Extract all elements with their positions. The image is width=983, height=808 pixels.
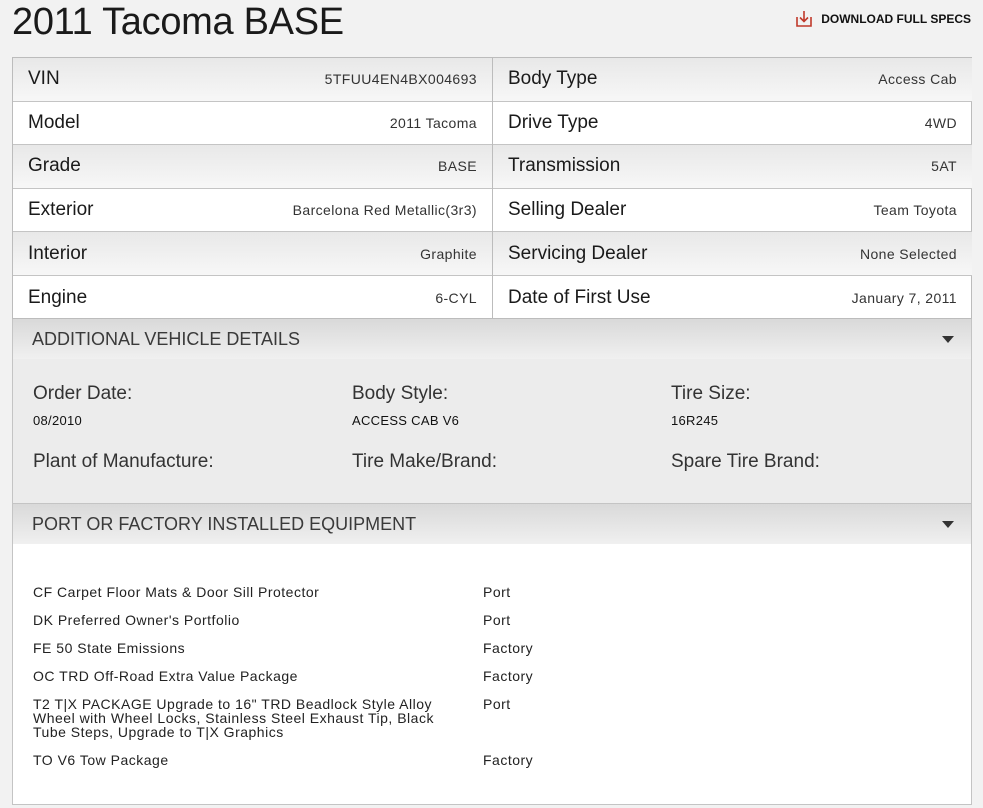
spec-value: BASE xyxy=(438,158,477,175)
spec-row-selling-dealer: Selling Dealer Team Toyota xyxy=(493,189,972,233)
plant-field: Plant of Manufacture: xyxy=(33,451,214,473)
body-style-field: Body Style: ACCESS CAB V6 xyxy=(352,383,459,428)
spec-label: Drive Type xyxy=(508,111,599,133)
spec-value: 2011 Tacoma xyxy=(389,114,477,131)
spec-value: 6-CYL xyxy=(435,289,477,306)
section-divider xyxy=(12,804,972,808)
list-item: CF Carpet Floor Mats & Door Sill Protect… xyxy=(33,585,933,599)
spec-value: Graphite xyxy=(420,245,477,262)
spec-label: VIN xyxy=(28,68,60,90)
spec-label: Exterior xyxy=(28,199,94,221)
equipment-name: TO V6 Tow Package xyxy=(33,752,169,768)
caret-down-icon xyxy=(942,520,954,528)
spec-label: Servicing Dealer xyxy=(508,242,648,264)
spec-label: Transmission xyxy=(508,155,621,177)
spec-value: January 7, 2011 xyxy=(851,289,957,306)
spec-label: Body Type xyxy=(508,68,598,90)
list-item: TO V6 Tow Package Factory xyxy=(33,753,933,767)
field-label: Spare Tire Brand: xyxy=(671,451,820,472)
tire-make-field: Tire Make/Brand: xyxy=(352,451,497,473)
spec-value: Barcelona Red Metallic(3r3) xyxy=(292,202,477,219)
additional-details-toggle[interactable]: ADDITIONAL VEHICLE DETAILS xyxy=(12,319,972,359)
field-value: 16R245 xyxy=(671,413,719,428)
equipment-source: Port xyxy=(483,612,511,628)
caret-down-icon xyxy=(942,335,954,343)
equipment-name: CF Carpet Floor Mats & Door Sill Protect… xyxy=(33,584,320,600)
spare-tire-field: Spare Tire Brand: xyxy=(671,451,820,473)
field-label: Order Date: xyxy=(33,383,133,404)
specs-left-column: VIN 5TFUU4EN4BX004693 Model 2011 Tacoma … xyxy=(13,58,492,320)
equipment-source: Port xyxy=(483,584,511,600)
list-item: DK Preferred Owner's Portfolio Port xyxy=(33,613,933,627)
spec-label: Selling Dealer xyxy=(508,199,627,221)
spec-value: Access Cab xyxy=(878,71,957,88)
spec-value: Team Toyota xyxy=(873,202,957,219)
field-value: 08/2010 xyxy=(33,413,83,428)
field-label: Body Style: xyxy=(352,383,449,404)
spec-row-grade: Grade BASE xyxy=(13,145,492,189)
field-value: ACCESS CAB V6 xyxy=(352,413,460,428)
spec-row-drive-type: Drive Type 4WD xyxy=(493,102,972,146)
spec-value: 5TFUU4EN4BX004693 xyxy=(324,71,477,88)
field-label: Tire Size: xyxy=(671,383,751,404)
spec-row-exterior: Exterior Barcelona Red Metallic(3r3) xyxy=(13,189,492,233)
spec-row-transmission: Transmission 5AT xyxy=(493,145,972,189)
spec-value: 5AT xyxy=(931,158,957,175)
specs-right-column: Body Type Access Cab Drive Type 4WD Tran… xyxy=(493,58,972,320)
spec-value: None Selected xyxy=(859,245,957,262)
download-label: DOWNLOAD FULL SPECS xyxy=(821,12,971,26)
equipment-source: Port xyxy=(483,696,511,712)
field-label: Plant of Manufacture: xyxy=(33,451,214,472)
additional-details-panel: Order Date: 08/2010 Body Style: ACCESS C… xyxy=(12,359,972,504)
list-item: FE 50 State Emissions Factory xyxy=(33,641,933,655)
page-title: 2011 Tacoma BASE xyxy=(12,1,344,43)
spec-row-interior: Interior Graphite xyxy=(13,232,492,276)
spec-label: Model xyxy=(28,111,80,133)
spec-value: 4WD xyxy=(924,114,957,131)
installed-equipment-panel: CF Carpet Floor Mats & Door Sill Protect… xyxy=(12,544,972,808)
equipment-name: OC TRD Off-Road Extra Value Package xyxy=(33,668,298,684)
equipment-source: Factory xyxy=(483,640,534,656)
download-icon xyxy=(795,10,813,28)
spec-label: Engine xyxy=(28,286,88,308)
field-label: Tire Make/Brand: xyxy=(352,451,498,472)
section-heading: ADDITIONAL VEHICLE DETAILS xyxy=(32,328,301,349)
vehicle-specs-table: VIN 5TFUU4EN4BX004693 Model 2011 Tacoma … xyxy=(12,57,972,320)
download-full-specs-button[interactable]: DOWNLOAD FULL SPECS xyxy=(795,10,971,28)
spec-row-body-type: Body Type Access Cab xyxy=(493,58,972,102)
equipment-name: DK Preferred Owner's Portfolio xyxy=(33,612,240,628)
list-item: OC TRD Off-Road Extra Value Package Fact… xyxy=(33,669,933,683)
spec-row-engine: Engine 6-CYL xyxy=(13,276,492,320)
spec-label: Grade xyxy=(28,155,81,177)
list-item: T2 T|X PACKAGE Upgrade to 16" TRD Beadlo… xyxy=(33,697,933,739)
equipment-source: Factory xyxy=(483,752,534,768)
spec-label: Date of First Use xyxy=(508,286,651,308)
spec-row-model: Model 2011 Tacoma xyxy=(13,102,492,146)
equipment-name: T2 T|X PACKAGE Upgrade to 16" TRD Beadlo… xyxy=(33,696,434,740)
spec-label: Interior xyxy=(28,242,88,264)
installed-equipment-toggle[interactable]: PORT OR FACTORY INSTALLED EQUIPMENT xyxy=(12,504,972,544)
equipment-source: Factory xyxy=(483,668,534,684)
spec-row-servicing-dealer: Servicing Dealer None Selected xyxy=(493,232,972,276)
spec-row-vin: VIN 5TFUU4EN4BX004693 xyxy=(13,58,492,102)
order-date-field: Order Date: 08/2010 xyxy=(33,383,132,428)
spec-row-date-first-use: Date of First Use January 7, 2011 xyxy=(493,276,972,320)
tire-size-field: Tire Size: 16R245 xyxy=(671,383,751,428)
section-heading: PORT OR FACTORY INSTALLED EQUIPMENT xyxy=(32,513,417,534)
equipment-name: FE 50 State Emissions xyxy=(33,640,186,656)
